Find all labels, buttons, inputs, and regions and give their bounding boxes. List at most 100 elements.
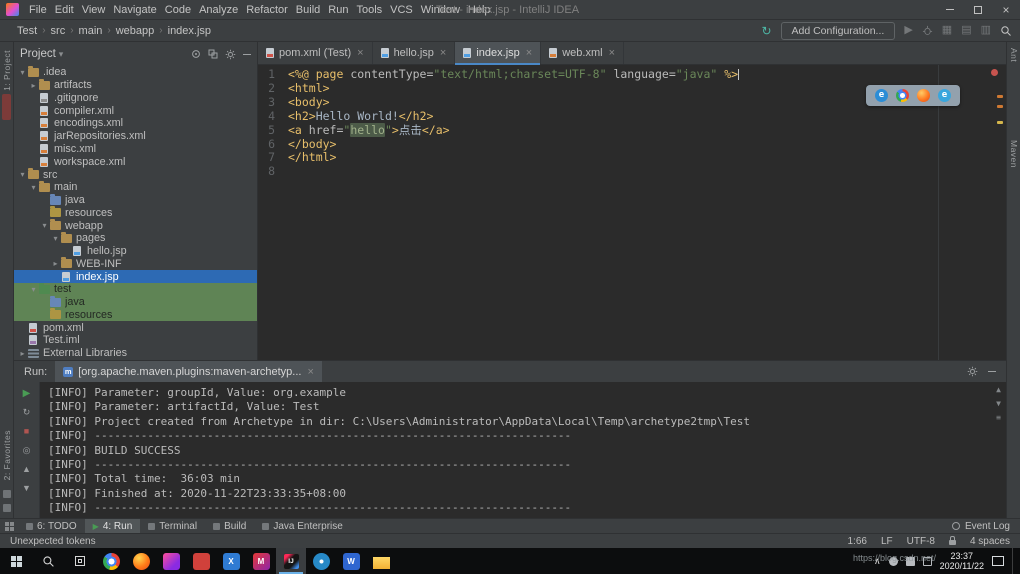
code-area[interactable]: 1 <%@ page contentType="text/html;charset… [258, 65, 1006, 179]
tree-expand-arrow-icon[interactable]: ▸ [51, 259, 60, 268]
menu-build[interactable]: Build [292, 0, 324, 20]
close-tab-icon[interactable]: × [307, 366, 313, 378]
tree-item-pages[interactable]: ▾ pages [14, 231, 257, 245]
tree-item-jarrepositories.xml[interactable]: jarRepositories.xml [14, 130, 257, 143]
tray-chevron-icon[interactable]: ∧ [874, 556, 881, 567]
tree-item-pom.xml[interactable]: pom.xml [14, 321, 257, 334]
taskbar-app-red[interactable] [186, 548, 216, 574]
tree-item-hello.jsp[interactable]: hello.jsp [14, 245, 257, 258]
editor-tab-web.xml[interactable]: web.xml × [541, 42, 624, 64]
tree-item-compiler.xml[interactable]: compiler.xml [14, 104, 257, 117]
soft-wrap-icon[interactable]: ≡ [996, 414, 1001, 422]
taskbar-app-m[interactable]: M [246, 548, 276, 574]
debug-button[interactable] [922, 25, 933, 36]
menu-vcs[interactable]: VCS [386, 0, 417, 20]
favorites-tool-button[interactable]: 2: Favorites [2, 430, 12, 480]
menu-view[interactable]: View [78, 0, 110, 20]
coverage-icon[interactable]: ▦ [942, 25, 952, 36]
scroll-up-icon[interactable]: ▲ [19, 463, 35, 476]
profiler-icon[interactable]: ▤ [961, 25, 971, 36]
tool-window-button-terminal[interactable]: Terminal [140, 519, 205, 533]
close-button[interactable]: × [992, 0, 1020, 19]
taskbar-app-firefox[interactable] [126, 548, 156, 574]
tree-item-misc.xml[interactable]: misc.xml [14, 143, 257, 156]
tray-status-icon-2[interactable] [905, 556, 915, 566]
action-center-icon[interactable] [992, 556, 1004, 566]
breadcrumb-item-src[interactable]: src [50, 25, 67, 37]
taskbar-app-teal[interactable] [306, 548, 336, 574]
menu-file[interactable]: File [25, 0, 51, 20]
left-stripe-icon-2[interactable] [3, 504, 11, 512]
taskbar-app-blue[interactable]: X [216, 548, 246, 574]
edge-browser-icon[interactable]: e [875, 89, 888, 102]
ie-browser-icon[interactable]: e [938, 89, 951, 102]
run-button[interactable]: ▶ [904, 25, 912, 36]
tree-item-encodings.xml[interactable]: encodings.xml [14, 117, 257, 130]
event-log-button[interactable]: Event Log [951, 521, 1020, 532]
chevron-down-icon[interactable]: ▾ [59, 49, 64, 60]
chrome-browser-icon[interactable] [896, 89, 909, 102]
tree-item-web-inf[interactable]: ▸ WEB-INF [14, 257, 257, 270]
tree-expand-arrow-icon[interactable]: ▾ [29, 285, 38, 294]
console-output[interactable]: [INFO] Parameter: groupId, Value: org.ex… [40, 382, 1006, 518]
tree-item-resources[interactable]: resources [14, 206, 257, 219]
tool-window-switcher-icon[interactable] [0, 521, 18, 531]
show-desktop-button[interactable] [1012, 548, 1017, 574]
left-stripe-icon-1[interactable] [3, 490, 11, 498]
tray-status-icon-3[interactable] [922, 556, 932, 566]
tree-expand-arrow-icon[interactable]: ▸ [29, 81, 38, 90]
rerun-button[interactable]: ▶ [19, 387, 35, 400]
add-configuration-button[interactable]: Add Configuration... [780, 21, 896, 40]
tool-window-button-build[interactable]: Build [205, 519, 254, 533]
read-only-lock-icon[interactable] [948, 536, 956, 545]
close-tab-icon[interactable]: × [440, 47, 446, 59]
load-maven-changes-icon[interactable]: ↻ [761, 25, 771, 37]
tree-item-artifacts[interactable]: ▸ artifacts [14, 78, 257, 92]
stop-button[interactable]: ■ [19, 425, 35, 438]
down-stack-icon[interactable]: ▼ [996, 400, 1001, 408]
editor-tab-pom.xml-test-[interactable]: pom.xml (Test) × [258, 42, 373, 64]
maximize-button[interactable] [964, 0, 992, 19]
breadcrumb-item-test[interactable]: Test [16, 25, 38, 37]
hide-panel-icon[interactable] [243, 53, 251, 55]
run-configuration-tab[interactable]: m [org.apache.maven.plugins:maven-archet… [55, 361, 322, 382]
caret-position[interactable]: 1:66 [847, 536, 866, 547]
menu-tools[interactable]: Tools [352, 0, 386, 20]
taskbar-app-purple[interactable] [156, 548, 186, 574]
taskbar-search-button[interactable] [32, 548, 64, 574]
tree-item-java[interactable]: java [14, 295, 257, 309]
layout-icon[interactable]: ▥ [981, 25, 991, 36]
close-tab-icon[interactable]: × [609, 47, 615, 59]
line-separator[interactable]: LF [881, 536, 893, 547]
start-button[interactable] [0, 548, 32, 574]
breadcrumb-item-main[interactable]: main [78, 25, 104, 37]
task-view-button[interactable] [64, 548, 96, 574]
project-panel-title[interactable]: Project [20, 48, 56, 60]
tool-window-button-java-enterprise[interactable]: Java Enterprise [254, 519, 350, 533]
editor-body[interactable]: 1 <%@ page contentType="text/html;charset… [258, 65, 1006, 360]
tree-item-src[interactable]: ▾ src [14, 168, 257, 181]
tree-item-resources[interactable]: resources [14, 308, 257, 322]
tool-window-button-4-run[interactable]: ▶ 4: Run [84, 519, 141, 533]
tree-expand-arrow-icon[interactable]: ▾ [29, 183, 38, 192]
warning-stripe-mark[interactable] [997, 121, 1003, 124]
error-indicator-icon[interactable] [991, 69, 998, 76]
menu-refactor[interactable]: Refactor [242, 0, 292, 20]
tray-status-icon-1[interactable] [888, 556, 898, 566]
maven-tool-button[interactable]: Maven [1009, 140, 1019, 168]
taskbar-app-chrome[interactable] [96, 548, 126, 574]
tree-item-webapp[interactable]: ▾ webapp [14, 219, 257, 232]
settings-gear-icon[interactable] [225, 49, 236, 60]
error-stripe-mark[interactable] [997, 95, 1003, 98]
breadcrumb-item-webapp[interactable]: webapp [115, 25, 156, 37]
tool-window-button-6-todo[interactable]: 6: TODO [18, 519, 85, 533]
scroll-down-icon[interactable]: ▼ [19, 482, 35, 495]
hide-run-panel-icon[interactable] [988, 371, 996, 372]
close-tab-icon[interactable]: × [526, 47, 532, 59]
tree-item-external-libraries[interactable]: ▸ External Libraries [14, 347, 257, 360]
taskbar-app-explorer[interactable] [366, 548, 396, 574]
menu-analyze[interactable]: Analyze [195, 0, 242, 20]
pin-icon[interactable]: ◎ [19, 444, 35, 457]
menu-navigate[interactable]: Navigate [109, 0, 160, 20]
tree-item-main[interactable]: ▾ main [14, 180, 257, 194]
